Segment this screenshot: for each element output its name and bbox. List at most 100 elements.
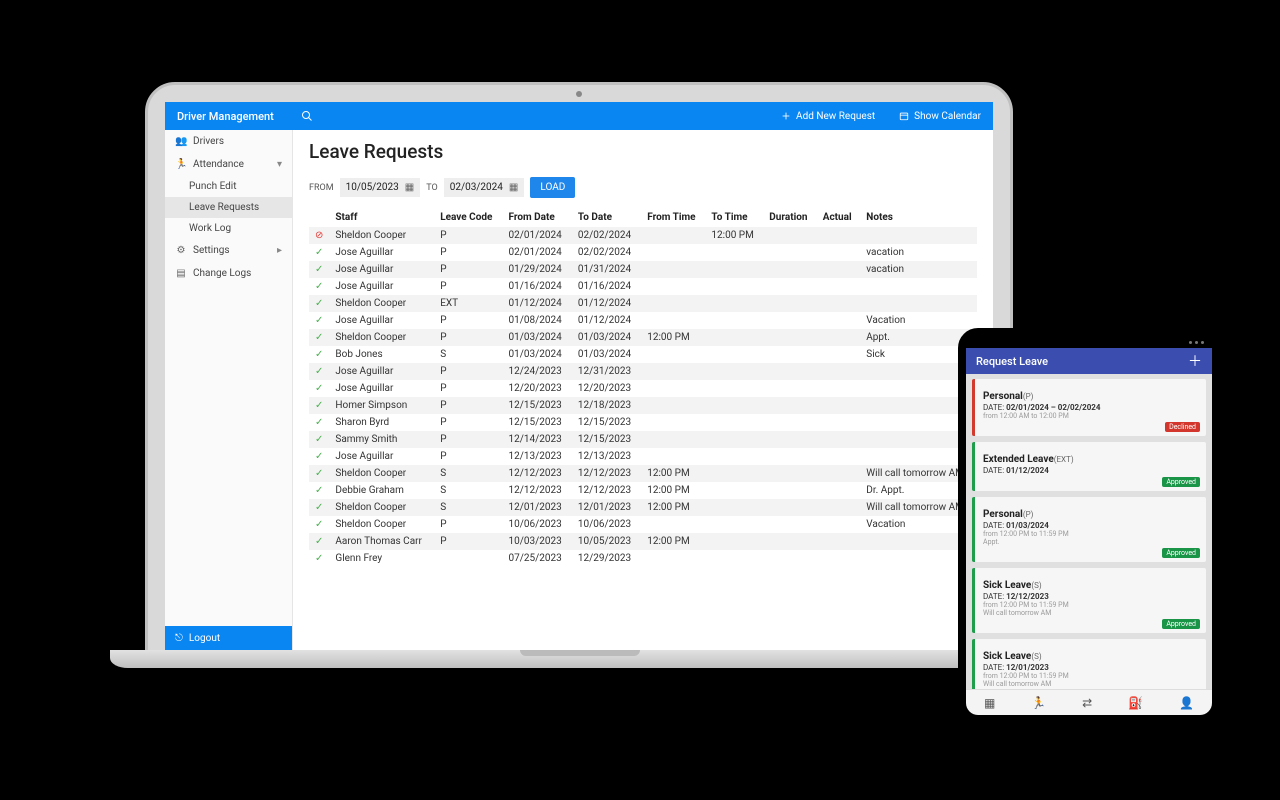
cell-from-date: 12/24/2023	[503, 363, 572, 380]
cell-staff: Jose Aguillar	[329, 363, 434, 380]
col-notes[interactable]: Notes	[860, 208, 977, 227]
table-row[interactable]: ✓Sheldon CooperS12/01/202312/01/202312:0…	[309, 499, 977, 516]
desktop-app: Driver Management Add New Request Show C…	[165, 102, 993, 651]
table-row[interactable]: ✓Sammy SmithP12/14/202312/15/2023	[309, 431, 977, 448]
cell-from-time	[641, 431, 705, 448]
table-row[interactable]: ✓Jose AguillarP01/16/202401/16/2024	[309, 278, 977, 295]
cell-actual	[817, 380, 861, 397]
col-to-date[interactable]: To Date	[572, 208, 641, 227]
cell-duration	[763, 431, 816, 448]
cell-from-date: 01/03/2024	[503, 346, 572, 363]
table-row[interactable]: ✓Jose AguillarP12/24/202312/31/2023	[309, 363, 977, 380]
nav-profile-icon[interactable]: 👤	[1179, 696, 1194, 710]
cell-from-time: 12:00 PM	[641, 482, 705, 499]
nav-fuel-icon[interactable]: ⛽	[1128, 696, 1143, 710]
cell-duration	[763, 397, 816, 414]
cell-actual	[817, 431, 861, 448]
table-row[interactable]: ✓Sheldon CooperEXT01/12/202401/12/2024	[309, 295, 977, 312]
leave-card[interactable]: Sick Leave(S)DATE: 12/01/2023from 12:00 …	[972, 639, 1206, 689]
sidebar-item-change-logs[interactable]: ▤ Change Logs	[165, 262, 292, 285]
table-row[interactable]: ✓Jose AguillarP02/01/202402/02/2024vacat…	[309, 244, 977, 261]
cell-actual	[817, 533, 861, 550]
search-icon[interactable]	[293, 110, 321, 122]
sidebar-item-attendance[interactable]: 🏃 Attendance ▾	[165, 153, 292, 176]
approved-icon: ✓	[315, 332, 323, 343]
approved-icon: ✓	[315, 383, 323, 394]
cell-to-time	[705, 414, 763, 431]
cell-actual	[817, 329, 861, 346]
to-date-input[interactable]: 02/03/2024 ▦	[444, 178, 525, 197]
col-actual[interactable]: Actual	[817, 208, 861, 227]
cell-actual	[817, 346, 861, 363]
leave-card[interactable]: Personal(P)DATE: 01/03/2024from 12:00 PM…	[972, 497, 1206, 562]
leave-card[interactable]: Extended Leave(EXT)DATE: 01/12/2024Appro…	[972, 442, 1206, 491]
table-row[interactable]: ✓Jose AguillarP01/29/202401/31/2024vacat…	[309, 261, 977, 278]
add-new-request-button[interactable]: Add New Request	[769, 111, 887, 122]
cell-duration	[763, 380, 816, 397]
content-area: Leave Requests FROM 10/05/2023 ▦ TO 02/0…	[293, 130, 993, 651]
show-calendar-button[interactable]: Show Calendar	[887, 111, 993, 122]
table-row[interactable]: ⊘Sheldon CooperP02/01/202402/02/202412:0…	[309, 227, 977, 244]
sidebar-item-settings[interactable]: ⚙ Settings ▸	[165, 239, 292, 262]
cell-code: S	[434, 465, 502, 482]
laptop-camera	[576, 91, 582, 97]
calendar-icon: ▦	[509, 182, 518, 193]
cell-from-time	[641, 397, 705, 414]
load-button[interactable]: LOAD	[530, 177, 575, 198]
status-badge: Approved	[1162, 477, 1200, 487]
table-row[interactable]: ✓Jose AguillarP12/20/202312/20/2023	[309, 380, 977, 397]
col-from-time[interactable]: From Time	[641, 208, 705, 227]
cell-to-time	[705, 482, 763, 499]
cell-code: EXT	[434, 295, 502, 312]
sidebar-sub-work-log[interactable]: Work Log	[165, 218, 292, 239]
nav-run-icon[interactable]: 🏃	[1031, 696, 1046, 710]
cell-code: P	[434, 397, 502, 414]
col-to-time[interactable]: To Time	[705, 208, 763, 227]
leave-card[interactable]: Sick Leave(S)DATE: 12/12/2023from 12:00 …	[972, 568, 1206, 633]
cell-from-time	[641, 278, 705, 295]
table-row[interactable]: ✓Sheldon CooperP01/03/202401/03/202412:0…	[309, 329, 977, 346]
table-row[interactable]: ✓Aaron Thomas CarrP10/03/202310/05/20231…	[309, 533, 977, 550]
card-code: (P)	[1023, 392, 1034, 401]
nav-adjust-icon[interactable]: ⇄	[1082, 696, 1092, 710]
cell-duration	[763, 227, 816, 244]
cell-actual	[817, 448, 861, 465]
table-row[interactable]: ✓Jose AguillarP01/08/202401/12/2024Vacat…	[309, 312, 977, 329]
table-row[interactable]: ✓Jose AguillarP12/13/202312/13/2023	[309, 448, 977, 465]
cell-staff: Jose Aguillar	[329, 244, 434, 261]
mobile-card-list[interactable]: Personal(P)DATE: 02/01/2024 – 02/02/2024…	[966, 374, 1212, 689]
from-date-input[interactable]: 10/05/2023 ▦	[340, 178, 421, 197]
table-row[interactable]: ✓Debbie GrahamS12/12/202312/12/202312:00…	[309, 482, 977, 499]
table-row[interactable]: ✓Sheldon CooperS12/12/202312/12/202312:0…	[309, 465, 977, 482]
nav-calendar-icon[interactable]: ▦	[984, 696, 995, 710]
cell-to-time: 12:00 PM	[705, 227, 763, 244]
cell-to-date: 12/15/2023	[572, 431, 641, 448]
cell-duration	[763, 448, 816, 465]
sidebar-item-drivers[interactable]: 👥 Drivers	[165, 130, 292, 153]
table-row[interactable]: ✓Sheldon CooperP10/06/202310/06/2023Vaca…	[309, 516, 977, 533]
table-row[interactable]: ✓Glenn Frey07/25/202312/29/2023	[309, 550, 977, 567]
cell-to-date: 12/20/2023	[572, 380, 641, 397]
table-row[interactable]: ✓Bob JonesS01/03/202401/03/2024Sick	[309, 346, 977, 363]
sidebar-sub-leave-requests[interactable]: Leave Requests	[165, 197, 292, 218]
cell-from-date: 02/01/2024	[503, 227, 572, 244]
app-bar: Driver Management Add New Request Show C…	[165, 102, 993, 130]
cell-from-date: 01/03/2024	[503, 329, 572, 346]
card-sub1: from 12:00 PM to 11:59 PM	[983, 530, 1198, 538]
cell-from-time	[641, 448, 705, 465]
cell-code: P	[434, 516, 502, 533]
cell-to-time	[705, 499, 763, 516]
col-duration[interactable]: Duration	[763, 208, 816, 227]
approved-icon: ✓	[315, 349, 323, 360]
cell-to-time	[705, 295, 763, 312]
table-row[interactable]: ✓Sharon ByrdP12/15/202312/15/2023	[309, 414, 977, 431]
sidebar-sub-punch-edit[interactable]: Punch Edit	[165, 176, 292, 197]
col-leave-code[interactable]: Leave Code	[434, 208, 502, 227]
table-row[interactable]: ✓Homer SimpsonP12/15/202312/18/2023	[309, 397, 977, 414]
col-staff[interactable]: Staff	[329, 208, 434, 227]
leave-card[interactable]: Personal(P)DATE: 02/01/2024 – 02/02/2024…	[972, 379, 1206, 436]
logout-button[interactable]: ⎋ Logout	[165, 626, 292, 651]
col-from-date[interactable]: From Date	[503, 208, 572, 227]
add-icon[interactable]: ＋	[1188, 351, 1202, 371]
cell-from-date: 12/15/2023	[503, 414, 572, 431]
